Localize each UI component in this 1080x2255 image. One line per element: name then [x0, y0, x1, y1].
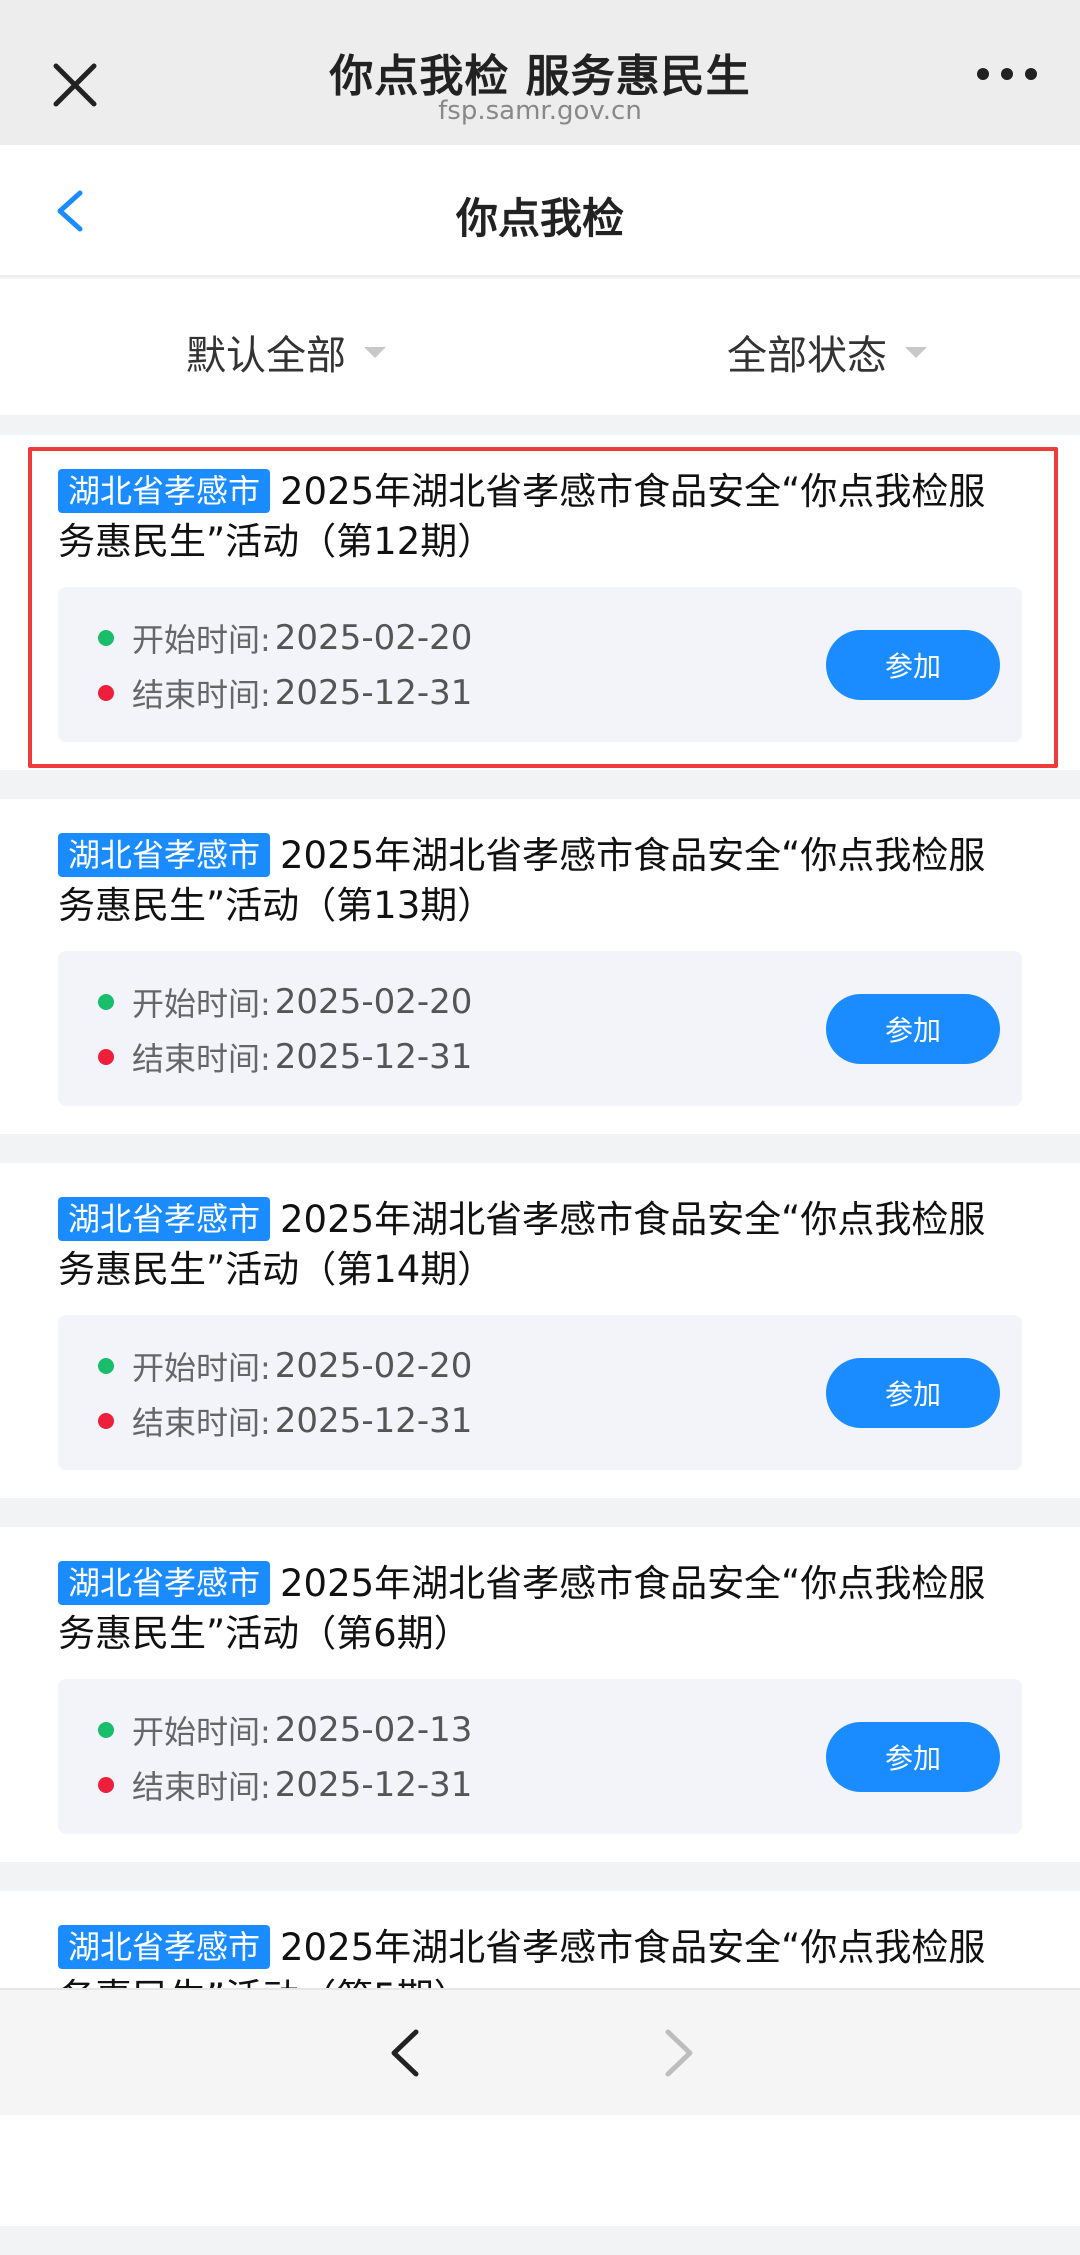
end-dot-icon	[98, 1777, 114, 1793]
status-filter[interactable]: 全部状态	[727, 323, 927, 381]
start-time-value: 2025-02-20	[274, 618, 473, 658]
category-filter[interactable]: 默认全部	[186, 323, 386, 381]
end-time-row: 结束时间: 2025-12-31	[98, 1762, 472, 1808]
browser-top-bar: 你点我检 服务惠民生 fsp.samr.gov.cn	[0, 0, 1080, 145]
join-button[interactable]: 参加	[826, 994, 1000, 1064]
filter-bar: 默认全部 全部状态	[0, 279, 1080, 415]
activity-title: 湖北省孝感市 2025年湖北省孝感市食品安全“你点我检服务惠民生”活动（第13期）	[58, 831, 1008, 931]
region-tag: 湖北省孝感市	[58, 469, 271, 513]
start-dot-icon	[98, 994, 114, 1010]
start-time-value: 2025-02-20	[274, 1346, 473, 1386]
start-time-value: 2025-02-13	[274, 1710, 473, 1750]
end-time-row: 结束时间: 2025-12-31	[98, 1034, 472, 1080]
caret-down-icon	[905, 346, 927, 358]
join-button[interactable]: 参加	[826, 630, 1000, 700]
start-time-row: 开始时间: 2025-02-13	[98, 1707, 472, 1753]
more-icon[interactable]	[974, 62, 1040, 86]
activity-card[interactable]: 湖北省孝感市 2025年湖北省孝感市食品安全“你点我检服务惠民生”活动（第14期）…	[0, 1163, 1080, 1498]
end-dot-icon	[98, 1413, 114, 1429]
browser-url: fsp.samr.gov.cn	[438, 96, 642, 126]
browser-bottom-nav	[0, 1988, 1080, 2115]
start-dot-icon	[98, 1722, 114, 1738]
end-time-row: 结束时间: 2025-12-31	[98, 1398, 472, 1444]
start-time-label: 开始时间:	[132, 1713, 271, 1751]
activity-time-panel: 开始时间: 2025-02-20 结束时间: 2025-12-31 参加	[58, 1315, 1022, 1470]
region-tag: 湖北省孝感市	[58, 1561, 271, 1605]
start-time-value: 2025-02-20	[274, 982, 473, 1022]
end-time-value: 2025-12-31	[274, 673, 473, 713]
activity-list: 湖北省孝感市 2025年湖北省孝感市食品安全“你点我检服务惠民生”活动（第12期）…	[0, 435, 1080, 2255]
join-button[interactable]: 参加	[826, 1722, 1000, 1792]
end-time-label: 结束时间:	[132, 1768, 271, 1806]
start-time-row: 开始时间: 2025-02-20	[98, 1343, 472, 1389]
region-tag: 湖北省孝感市	[58, 1197, 271, 1241]
browser-title: 你点我检 服务惠民生	[329, 51, 751, 102]
end-time-label: 结束时间:	[132, 1040, 271, 1078]
status-filter-label: 全部状态	[727, 333, 887, 379]
end-time-label: 结束时间:	[132, 1404, 271, 1442]
activity-card[interactable]: 湖北省孝感市 2025年湖北省孝感市食品安全“你点我检服务惠民生”活动（第13期）…	[0, 799, 1080, 1134]
end-time-value: 2025-12-31	[274, 1765, 473, 1805]
end-time-label: 结束时间:	[132, 676, 271, 714]
region-tag: 湖北省孝感市	[58, 1925, 271, 1969]
start-time-row: 开始时间: 2025-02-20	[98, 979, 472, 1025]
end-dot-icon	[98, 1049, 114, 1065]
start-time-label: 开始时间:	[132, 985, 271, 1023]
activity-title: 湖北省孝感市 2025年湖北省孝感市食品安全“你点我检服务惠民生”活动（第12期）	[58, 467, 1008, 567]
start-time-label: 开始时间:	[132, 1349, 271, 1387]
region-tag: 湖北省孝感市	[58, 833, 271, 877]
category-filter-label: 默认全部	[186, 333, 346, 379]
end-time-row: 结束时间: 2025-12-31	[98, 670, 472, 716]
activity-time-panel: 开始时间: 2025-02-13 结束时间: 2025-12-31 参加	[58, 1679, 1022, 1834]
activity-time-panel: 开始时间: 2025-02-20 结束时间: 2025-12-31 参加	[58, 951, 1022, 1106]
activity-time-panel: 开始时间: 2025-02-20 结束时间: 2025-12-31 参加	[58, 587, 1022, 742]
nav-back-icon[interactable]	[386, 2026, 422, 2080]
end-time-value: 2025-12-31	[274, 1401, 473, 1441]
end-dot-icon	[98, 685, 114, 701]
activity-title: 湖北省孝感市 2025年湖北省孝感市食品安全“你点我检服务惠民生”活动（第14期）	[58, 1195, 1008, 1295]
start-dot-icon	[98, 1358, 114, 1374]
start-dot-icon	[98, 630, 114, 646]
start-time-row: 开始时间: 2025-02-20	[98, 615, 472, 661]
activity-title: 湖北省孝感市 2025年湖北省孝感市食品安全“你点我检服务惠民生”活动（第6期）	[58, 1559, 1008, 1659]
app-header: 你点我检	[0, 145, 1080, 277]
start-time-label: 开始时间:	[132, 621, 271, 659]
activity-card[interactable]: 湖北省孝感市 2025年湖北省孝感市食品安全“你点我检服务惠民生”活动（第6期） …	[0, 1527, 1080, 1862]
nav-forward-icon[interactable]	[662, 2026, 698, 2080]
join-button[interactable]: 参加	[826, 1358, 1000, 1428]
page-title: 你点我检	[455, 194, 624, 243]
activity-card[interactable]: 湖北省孝感市 2025年湖北省孝感市食品安全“你点我检服务惠民生”活动（第12期）…	[0, 435, 1080, 770]
end-time-value: 2025-12-31	[274, 1037, 473, 1077]
caret-down-icon	[364, 346, 386, 358]
